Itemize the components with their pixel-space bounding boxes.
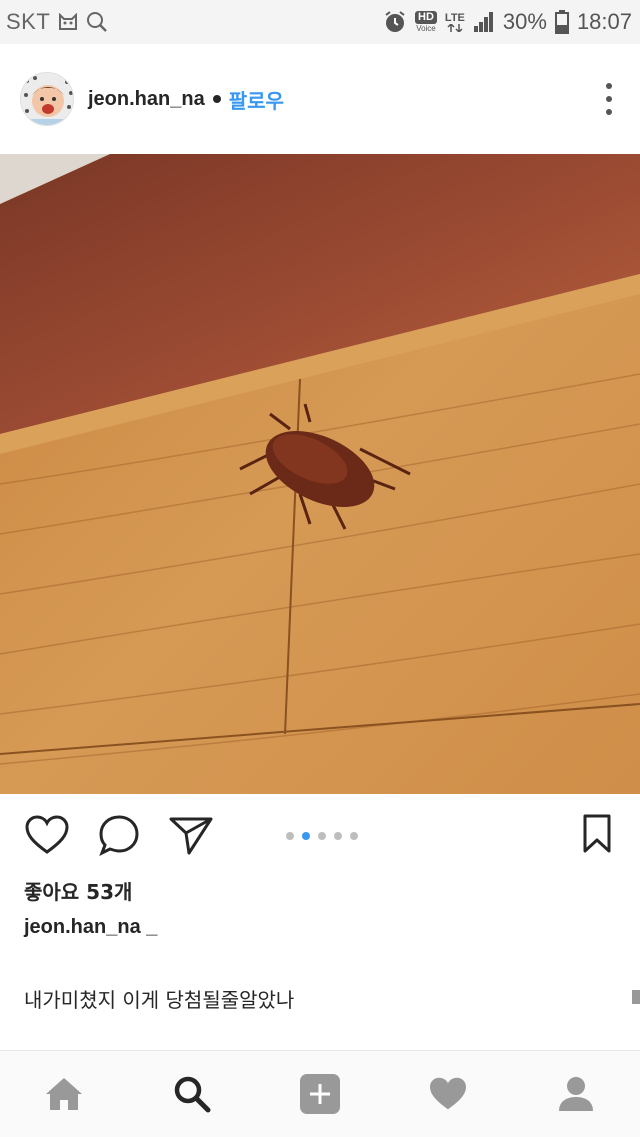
share-icon[interactable] xyxy=(168,812,214,858)
status-bar: SKT HD Voice LTE 30% 18:07 xyxy=(0,0,640,44)
comment-icon[interactable] xyxy=(96,812,142,858)
carrier-name: SKT xyxy=(6,9,51,34)
carousel-dot xyxy=(302,832,310,840)
hd-label: HD xyxy=(415,11,437,24)
post-photo[interactable] xyxy=(0,154,640,794)
carousel-indicator xyxy=(286,832,358,840)
bottom-nav xyxy=(0,1050,640,1137)
voice-label: Voice xyxy=(416,24,436,33)
post-username[interactable]: jeon.han_na xyxy=(88,88,205,111)
separator-dot xyxy=(212,95,221,103)
clock: 18:07 xyxy=(576,9,632,34)
bookmark-icon[interactable] xyxy=(582,814,612,858)
scrollbar[interactable] xyxy=(632,990,640,1004)
cat-notification-icon xyxy=(58,13,78,31)
activity-heart-icon[interactable] xyxy=(416,1062,480,1126)
avatar[interactable] xyxy=(20,72,74,126)
post-header: jeon.han_na 팔로우 xyxy=(0,44,640,154)
search-notification-icon xyxy=(86,11,108,33)
home-icon[interactable] xyxy=(32,1062,96,1126)
search-icon[interactable] xyxy=(160,1062,224,1126)
battery-icon xyxy=(554,10,569,34)
follow-button[interactable]: 팔로우 xyxy=(229,85,284,114)
likes-count[interactable]: 좋아요 53개 xyxy=(24,876,132,905)
post-actions xyxy=(0,806,640,864)
alarm-icon xyxy=(383,10,407,34)
add-icon[interactable] xyxy=(288,1062,352,1126)
hd-voice-icon: HD Voice xyxy=(415,11,437,33)
lte-icon: LTE xyxy=(444,11,465,32)
more-vertical-icon[interactable] xyxy=(598,77,620,121)
caption-text: 내가미쳤지 이게 당첨될줄알았나 xyxy=(24,988,295,1012)
battery-percent: 30% xyxy=(502,9,547,34)
profile-icon[interactable] xyxy=(544,1062,608,1126)
heart-icon[interactable] xyxy=(24,812,70,858)
carousel-dot xyxy=(318,832,326,840)
signal-icon xyxy=(473,11,495,33)
carousel-dot xyxy=(286,832,294,840)
carousel-dot xyxy=(334,832,342,840)
carousel-dot xyxy=(350,832,358,840)
network-type: LTE xyxy=(444,11,465,24)
caption-username[interactable]: jeon.han_na _ xyxy=(24,916,157,939)
